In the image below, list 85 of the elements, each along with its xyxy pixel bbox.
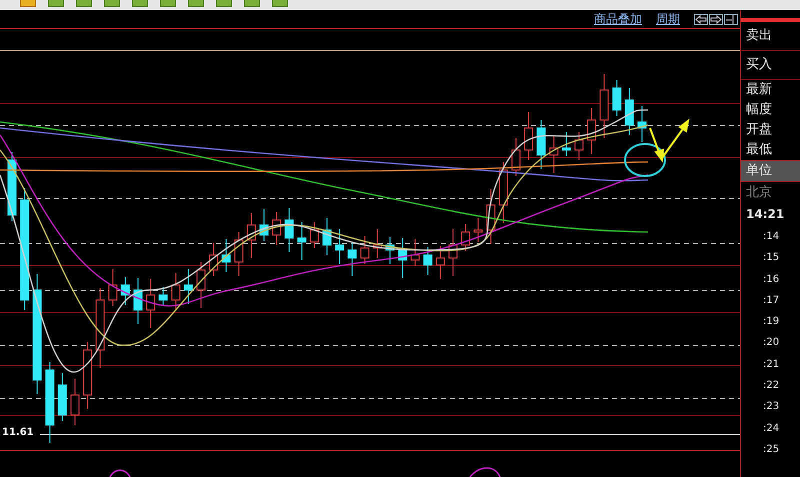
panel-label: 最低 (745, 141, 773, 159)
candlestick (600, 74, 609, 138)
candlestick (146, 278, 156, 328)
candlestick (310, 222, 319, 248)
low-price-label: 11.61 (2, 427, 34, 438)
candlestick (83, 342, 92, 410)
candlestick (284, 208, 294, 252)
right-arrow-icon[interactable] (709, 14, 723, 24)
candlestick (638, 106, 646, 142)
panel-label: :20 (762, 336, 780, 350)
candlestick (108, 268, 118, 306)
candlestick (448, 228, 458, 276)
candlestick (474, 218, 483, 242)
toolbar-icon[interactable] (272, 0, 288, 7)
candlestick (184, 268, 193, 304)
panel-label: :25 (762, 442, 780, 457)
toolbar-icon[interactable] (244, 0, 260, 7)
panel-label: 开盘 (745, 121, 773, 139)
candlestick (196, 262, 206, 308)
candlestick (348, 242, 357, 276)
toolbar-icon[interactable] (48, 0, 64, 7)
candlestick (372, 228, 382, 258)
toolbar-icon[interactable] (132, 0, 148, 7)
candlestick (335, 228, 344, 264)
candlestick (134, 278, 142, 324)
candlestick (398, 238, 408, 278)
candlestick (120, 276, 130, 306)
candlestick (171, 272, 180, 310)
candlestick (297, 222, 306, 260)
toolbar-icon[interactable] (104, 0, 120, 7)
panel-label: :16 (762, 272, 780, 287)
panel-label: :19 (762, 315, 780, 330)
candlestick (612, 80, 622, 116)
highlight-circle (624, 143, 666, 177)
candlestick (222, 238, 231, 272)
panel-label: :24 (762, 422, 780, 436)
candlestick (158, 286, 168, 306)
candlestick (322, 218, 332, 256)
candlestick (436, 246, 445, 280)
candlestick (549, 136, 558, 174)
left-arrow-icon[interactable] (694, 14, 708, 24)
candlestick (512, 138, 520, 176)
panel-label[interactable]: 买入 (741, 51, 800, 80)
panel-label: 幅度 (745, 101, 773, 119)
candlestick (536, 120, 546, 170)
toolbar-icon[interactable] (216, 0, 232, 7)
toolbar-icon[interactable] (188, 0, 204, 7)
panel-label: :17 (762, 294, 780, 308)
trend-arrow-drawing (649, 118, 690, 163)
candlestick (360, 236, 370, 264)
panel-label: :15 (762, 251, 780, 266)
candlestick (486, 188, 496, 244)
candlestick (58, 372, 67, 422)
panel-label: :14 (762, 230, 780, 244)
candlestick (624, 88, 634, 136)
candlestick (574, 132, 584, 160)
candlestick (272, 212, 282, 246)
panel-label: :21 (762, 358, 780, 372)
panel-label: 最新 (745, 81, 773, 99)
panel-label[interactable]: 卖出 (741, 22, 800, 51)
candlestick (234, 232, 244, 276)
candlestick (70, 378, 80, 426)
candlestick (410, 238, 420, 266)
candlestick (8, 152, 16, 222)
candlestick (260, 208, 268, 242)
panel-label: :22 (762, 379, 780, 394)
candlestick (209, 242, 218, 276)
toolbar-icon[interactable] (160, 0, 176, 7)
panel-label: 14:21 (745, 206, 786, 223)
candlestick (524, 112, 534, 160)
candlestick (386, 236, 394, 264)
panel-label: :23 (762, 400, 780, 414)
candlestick (423, 246, 432, 276)
panel-label: 单位 (741, 160, 800, 182)
toolbar-icon[interactable] (76, 0, 92, 7)
candlestick (587, 108, 596, 154)
header-link[interactable]: 商品叠加 (594, 10, 642, 28)
candlestick (246, 212, 256, 258)
toolbar-icon[interactable] (20, 0, 36, 7)
candlestick (562, 132, 571, 156)
candlestick (498, 162, 508, 224)
panel-label: 北京 (745, 184, 773, 202)
panel-toggle-icon[interactable] (724, 14, 738, 24)
candlestick (461, 224, 470, 252)
header-link[interactable]: 周期 (656, 10, 680, 28)
